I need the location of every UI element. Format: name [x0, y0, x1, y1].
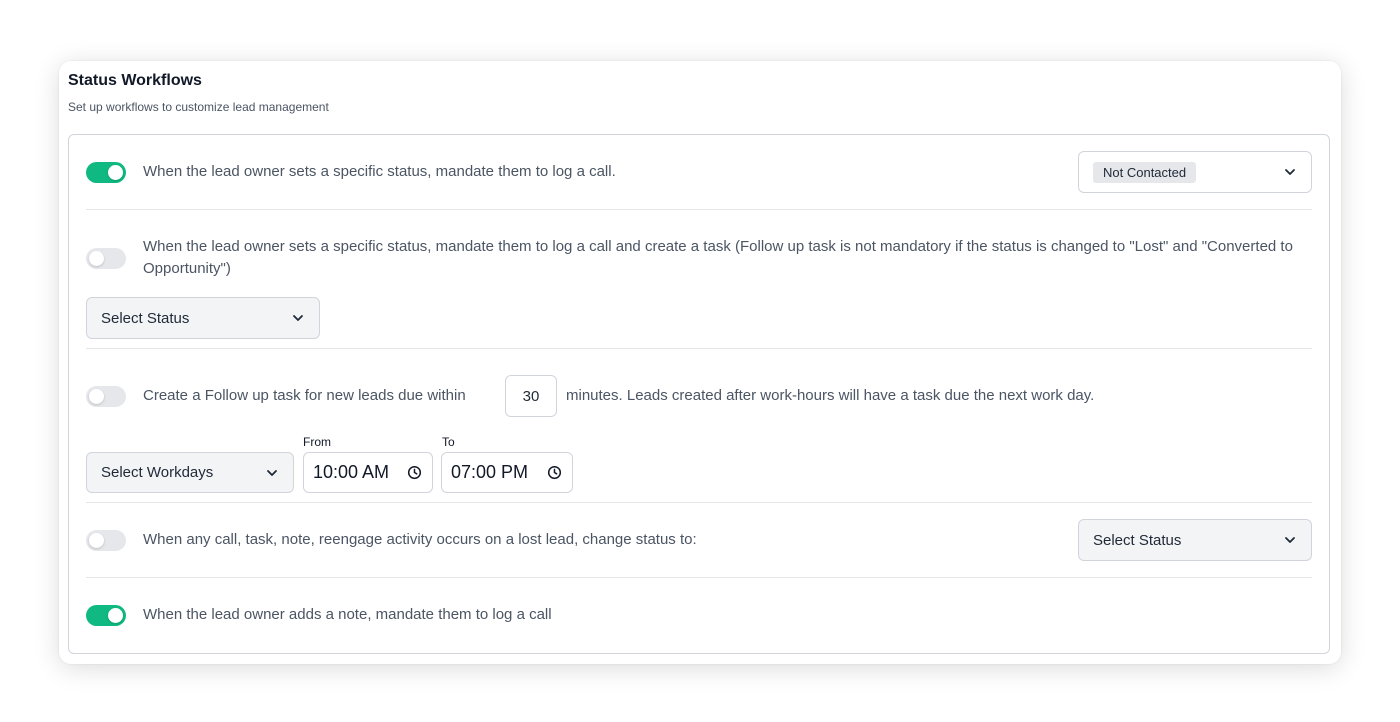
- rule-3-text-after: minutes. Leads created after work-hours …: [566, 387, 1095, 404]
- rule-2-status-select[interactable]: Select Status: [86, 297, 320, 339]
- from-time-value: 10:00 AM: [313, 462, 390, 482]
- chevron-down-icon: [267, 469, 277, 476]
- from-time-input[interactable]: 10:00 AM: [303, 452, 433, 493]
- toggle-knob: [89, 533, 104, 548]
- page-title: Status Workflows: [68, 72, 202, 89]
- minutes-input[interactable]: 30: [505, 375, 557, 417]
- toggle-knob: [108, 165, 123, 180]
- toggle-knob: [108, 608, 123, 623]
- divider: [86, 502, 1312, 503]
- to-time-value: 07:00 PM: [451, 462, 529, 482]
- toggle-knob: [89, 251, 104, 266]
- rule-4-status-select[interactable]: Select Status: [1078, 519, 1312, 561]
- from-label: From: [303, 435, 331, 449]
- select-label: Select Status: [101, 309, 190, 327]
- rule-2-text: When the lead owner sets a specific stat…: [143, 238, 1293, 277]
- rule-5-text: When the lead owner adds a note, mandate…: [143, 606, 552, 623]
- divider: [86, 348, 1312, 349]
- to-time-input[interactable]: 07:00 PM: [441, 452, 573, 493]
- select-label: Select Status: [1093, 531, 1182, 549]
- workflow-rules-panel: When the lead owner sets a specific stat…: [68, 134, 1330, 654]
- page-subtitle: Set up workflows to customize lead manag…: [68, 100, 329, 114]
- rule-3-text-before: Create a Follow up task for new leads du…: [143, 387, 466, 404]
- divider: [86, 209, 1312, 210]
- selected-status-chip: Not Contacted: [1093, 161, 1197, 183]
- rule-5-toggle[interactable]: [86, 605, 126, 626]
- rule-1-toggle[interactable]: [86, 162, 126, 183]
- rule-2-toggle[interactable]: [86, 248, 126, 269]
- toggle-knob: [89, 389, 104, 404]
- workdays-select[interactable]: Select Workdays: [86, 452, 294, 493]
- to-label: To: [442, 435, 455, 449]
- chevron-down-icon: [1285, 169, 1295, 175]
- chevron-down-icon: [293, 315, 303, 321]
- rule-3-toggle[interactable]: [86, 386, 126, 407]
- status-workflows-card: Status Workflows Set up workflows to cus…: [59, 61, 1341, 664]
- clock-icon[interactable]: [547, 465, 562, 480]
- divider: [86, 577, 1312, 578]
- select-label: Select Workdays: [101, 464, 214, 481]
- rule-4-text: When any call, task, note, reengage acti…: [143, 531, 697, 548]
- rule-1-text: When the lead owner sets a specific stat…: [143, 163, 616, 180]
- rule-4-toggle[interactable]: [86, 530, 126, 551]
- chevron-down-icon: [1285, 537, 1295, 543]
- rule-1-status-select[interactable]: Not Contacted: [1078, 151, 1312, 193]
- clock-icon[interactable]: [407, 465, 422, 480]
